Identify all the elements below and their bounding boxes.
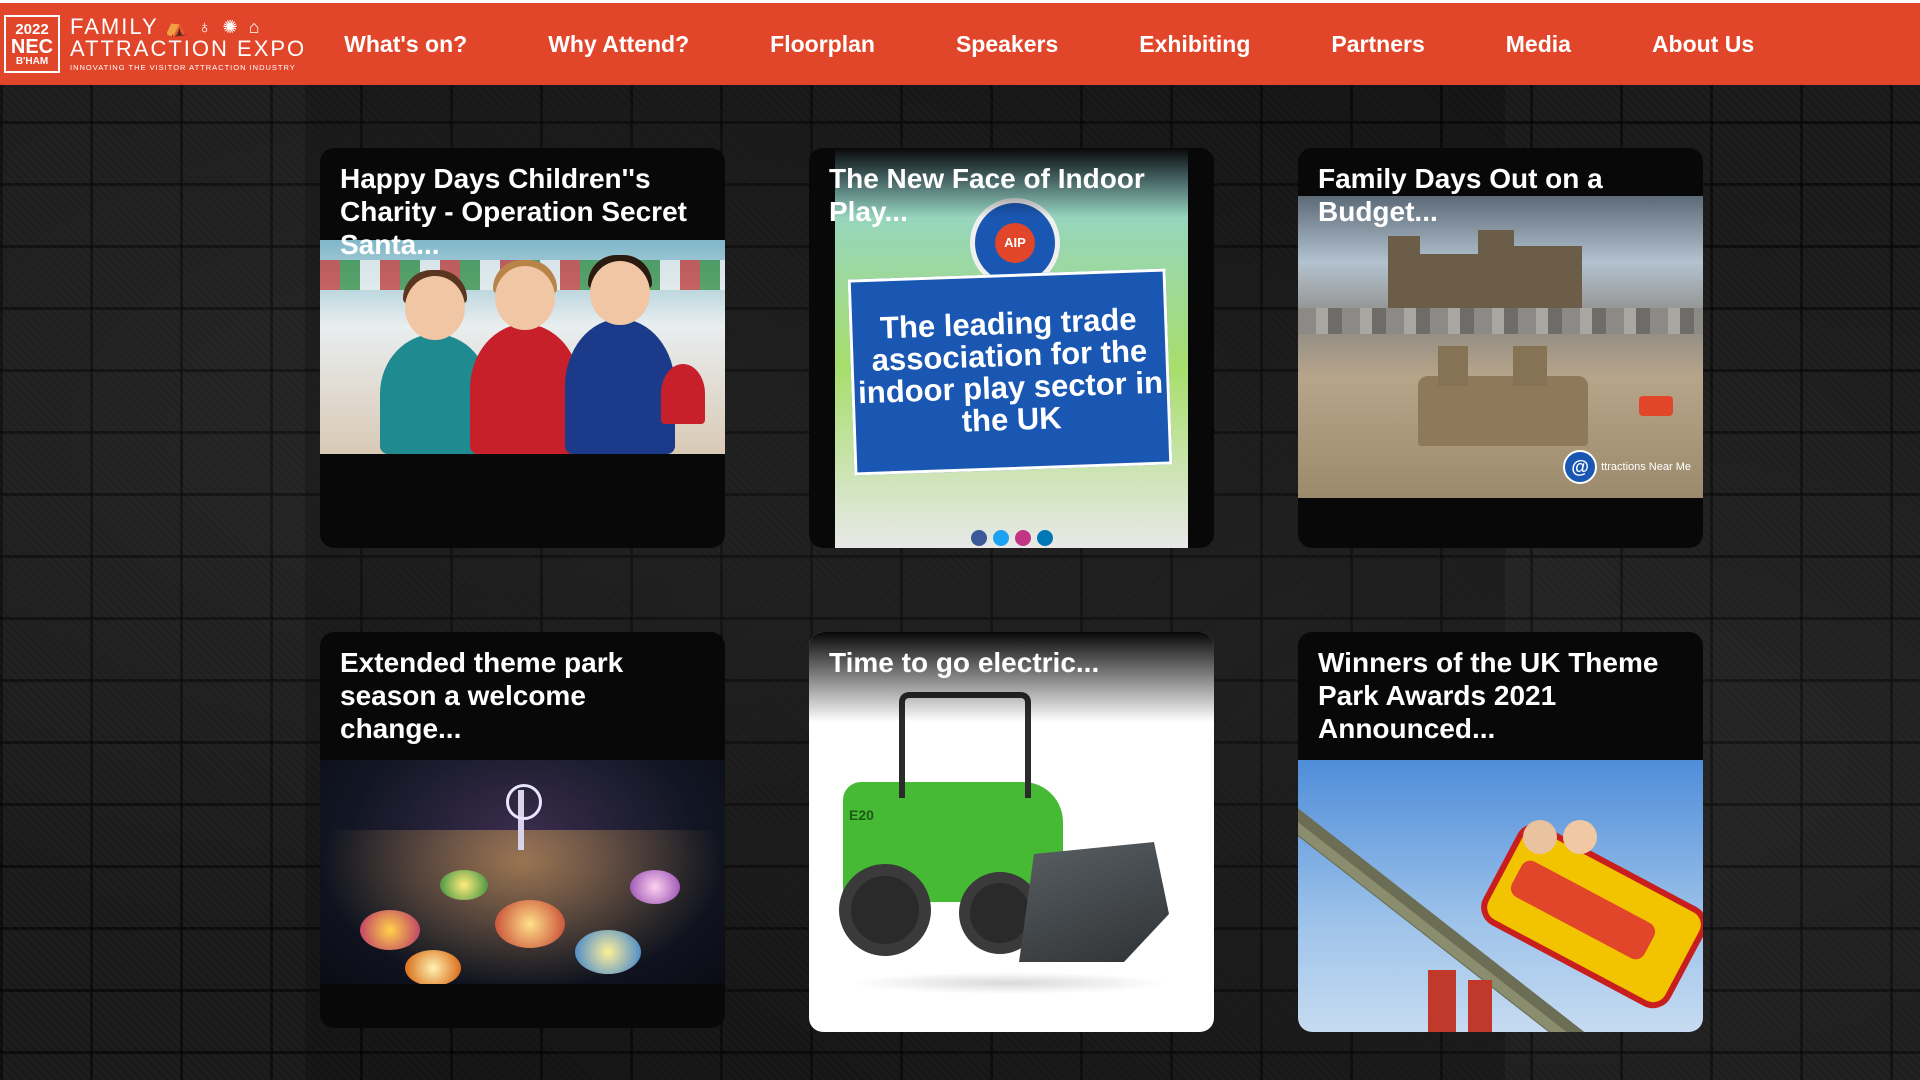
loader-model-label: E20 <box>849 807 874 823</box>
nav-whats-on[interactable]: What's on? <box>344 31 467 58</box>
news-card-theme-park-awards[interactable]: Winners of the UK Theme Park Awards 2021… <box>1298 632 1703 1032</box>
nav-media[interactable]: Media <box>1506 31 1571 58</box>
news-card-indoor-play[interactable]: AIP The leading trade association for th… <box>809 148 1214 548</box>
at-icon: @ <box>1563 450 1598 484</box>
logo-venue: NEC <box>10 35 54 58</box>
card-title: Extended theme park season a welcome cha… <box>340 647 624 744</box>
card-title: The New Face of Indoor Play... <box>829 163 1145 227</box>
logo-line1: FAMILY <box>70 14 159 39</box>
nav-floorplan[interactable]: Floorplan <box>770 31 875 58</box>
aip-sign: The leading trade association for the in… <box>847 268 1173 476</box>
news-card-go-electric[interactable]: E20 Time to go electric... <box>809 632 1214 1032</box>
nav-exhibiting[interactable]: Exhibiting <box>1139 31 1250 58</box>
facebook-icon <box>970 530 987 546</box>
card-title: Happy Days Children''s Charity - Operati… <box>340 163 687 260</box>
logo-attraction-icons: ⛺ ♁ ✺ ⌂ <box>164 17 263 37</box>
twitter-icon <box>992 530 1009 546</box>
site-logo[interactable]: 2022 NEC B'HAM FAMILY ⛺ ♁ ✺ ⌂ ATTRACTION… <box>4 9 306 79</box>
instagram-icon <box>1014 530 1031 546</box>
logo-year: 2022 <box>15 20 49 38</box>
card-image-children-christmas <box>320 240 725 454</box>
attractions-near-me-watermark: @ ttractions Near Me <box>1563 450 1691 484</box>
nav-partners[interactable]: Partners <box>1331 31 1424 58</box>
card-image-rollercoaster <box>1298 760 1703 1032</box>
card-image-sandcastle: @ ttractions Near Me <box>1298 196 1703 498</box>
logo-tagline: INNOVATING THE VISITOR ATTRACTION INDUST… <box>70 63 296 72</box>
linkedin-icon <box>1036 530 1053 546</box>
logo-wordmark: FAMILY ⛺ ♁ ✺ ⌂ ATTRACTION EXPO INNOVATIN… <box>70 14 307 73</box>
logo-line2: ATTRACTION EXPO <box>70 36 307 61</box>
social-icons <box>970 530 1053 546</box>
news-card-secret-santa[interactable]: Happy Days Children''s Charity - Operati… <box>320 148 725 548</box>
nav-speakers[interactable]: Speakers <box>956 31 1058 58</box>
main-nav: What's on? Why Attend? Floorplan Speaker… <box>344 31 1835 58</box>
card-image-fairground <box>320 760 725 984</box>
news-card-family-days-out[interactable]: Family Days Out on a Budget... @ ttractio… <box>1298 148 1703 548</box>
nav-why-attend[interactable]: Why Attend? <box>548 31 689 58</box>
logo-city: B'HAM <box>15 55 49 67</box>
card-title: Time to go electric... <box>829 647 1100 678</box>
card-title: Winners of the UK Theme Park Awards 2021… <box>1318 647 1659 744</box>
nav-about-us[interactable]: About Us <box>1652 31 1754 58</box>
news-card-extended-season[interactable]: Extended theme park season a welcome cha… <box>320 632 725 1028</box>
card-title: Family Days Out on a Budget... <box>1318 163 1603 227</box>
aip-badge-text: AIP <box>995 223 1035 263</box>
site-header: 2022 NEC B'HAM FAMILY ⛺ ♁ ✺ ⌂ ATTRACTION… <box>0 0 1920 85</box>
logo-date-box: 2022 NEC B'HAM <box>4 15 60 73</box>
watermark-text: ttractions Near Me <box>1601 461 1691 473</box>
aip-sign-text: The leading trade association for the in… <box>857 301 1164 439</box>
